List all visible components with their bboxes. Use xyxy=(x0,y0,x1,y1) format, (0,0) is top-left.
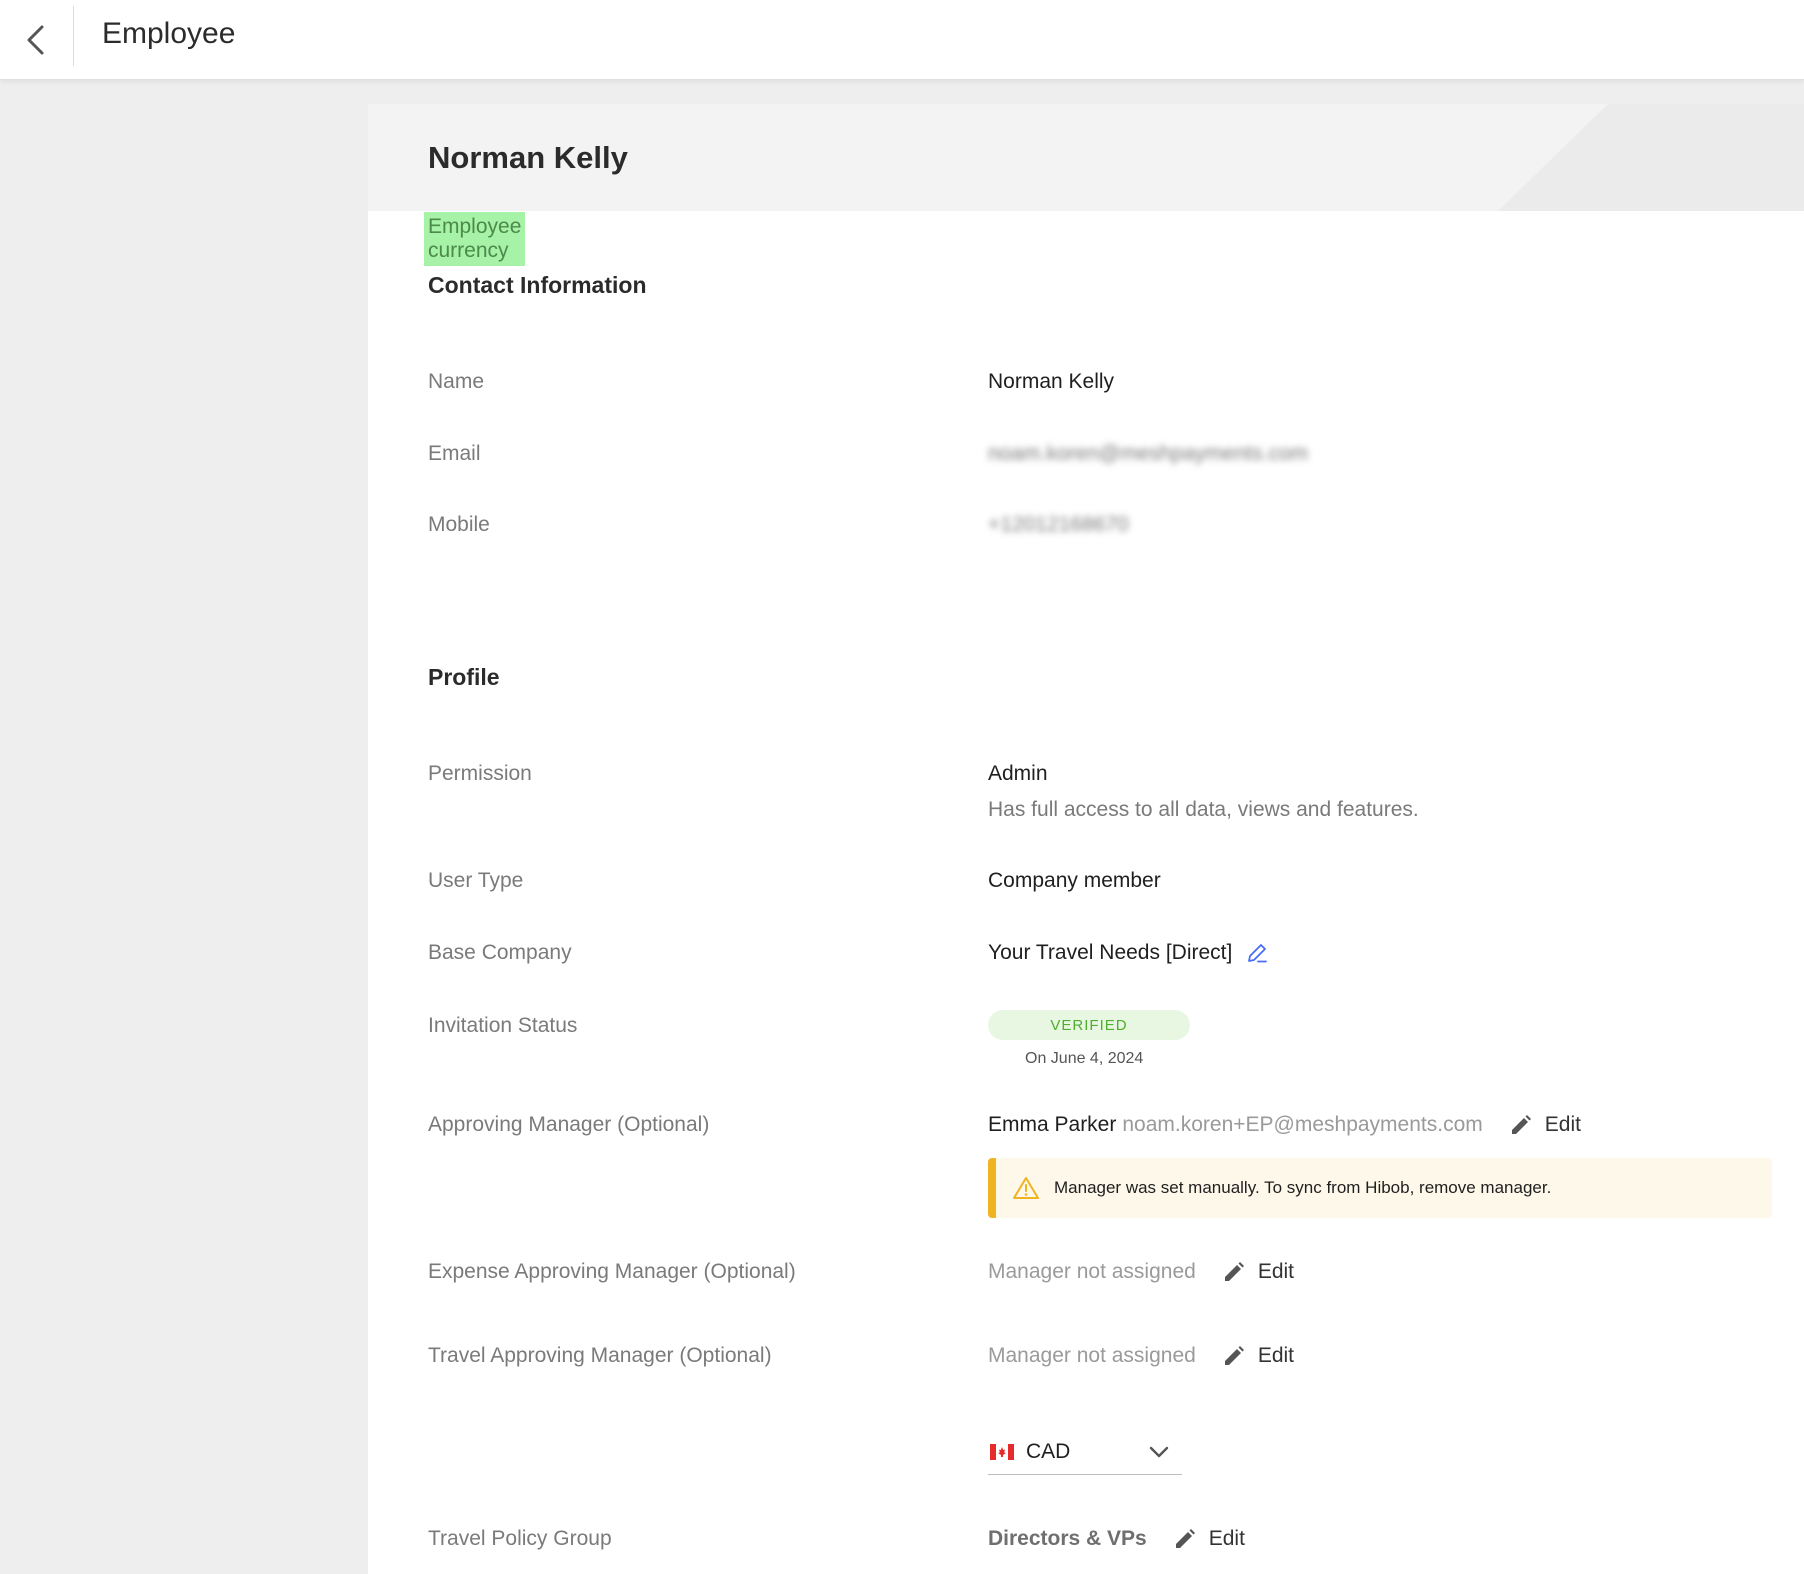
expense-manager-value: Manager not assigned xyxy=(988,1260,1196,1283)
profile-section-title: Profile xyxy=(428,664,500,690)
canada-flag-icon xyxy=(990,1443,1014,1460)
invitation-status-label: Invitation Status xyxy=(428,1014,578,1037)
travel-manager-edit-button[interactable]: Edit xyxy=(1222,1344,1294,1368)
travel-policy-label: Travel Policy Group xyxy=(428,1527,612,1550)
permission-value: Admin xyxy=(988,762,1048,785)
approving-manager-edit-button[interactable]: Edit xyxy=(1509,1113,1581,1137)
base-company-value: Your Travel Needs [Direct] xyxy=(988,941,1233,964)
expense-manager-row: Manager not assigned Edit xyxy=(988,1260,1294,1284)
email-value: noam.koren@meshpayments.com xyxy=(988,442,1309,465)
travel-manager-label: Travel Approving Manager (Optional) xyxy=(428,1344,772,1367)
edit-label: Edit xyxy=(1208,1527,1245,1550)
approving-manager-row: Emma Parker noam.koren+EP@meshpayments.c… xyxy=(988,1113,1581,1137)
warning-text: Manager was set manually. To sync from H… xyxy=(1054,1178,1552,1197)
pencil-icon xyxy=(1224,1262,1244,1281)
pencil-icon xyxy=(1224,1346,1244,1365)
base-company-row: Your Travel Needs [Direct] xyxy=(988,941,1268,965)
warning-triangle-icon xyxy=(1013,1177,1039,1199)
pencil-icon xyxy=(1511,1115,1531,1134)
name-label: Name xyxy=(428,370,485,393)
approving-manager-email: noam.koren+EP@meshpayments.com xyxy=(1122,1113,1483,1136)
verified-badge: VERIFIED xyxy=(988,1010,1190,1040)
pencil-outline-icon[interactable] xyxy=(1246,942,1268,964)
travel-manager-value: Manager not assigned xyxy=(988,1344,1196,1367)
user-type-value: Company member xyxy=(988,869,1161,892)
expense-manager-edit-button[interactable]: Edit xyxy=(1222,1260,1294,1284)
mobile-value: +12012168670 xyxy=(988,513,1129,536)
edit-label: Edit xyxy=(1544,1113,1581,1136)
expense-manager-label: Expense Approving Manager (Optional) xyxy=(428,1260,796,1283)
travel-policy-value: Directors & VPs xyxy=(988,1527,1147,1550)
card-header: Norman Kelly xyxy=(368,104,1804,211)
mobile-label: Mobile xyxy=(428,513,490,536)
chevron-left-icon xyxy=(27,25,44,55)
edit-label: Edit xyxy=(1257,1344,1294,1367)
permission-description: Has full access to all data, views and f… xyxy=(988,798,1419,821)
back-button[interactable] xyxy=(8,12,64,68)
currency-select[interactable]: CAD xyxy=(988,1429,1182,1475)
permission-label: Permission xyxy=(428,762,532,785)
employee-card: Norman Kelly Contact Information Name No… xyxy=(368,104,1804,1574)
page-title: Employee xyxy=(102,17,236,50)
email-label: Email xyxy=(428,442,481,465)
name-value: Norman Kelly xyxy=(988,370,1115,393)
travel-manager-row: Manager not assigned Edit xyxy=(988,1344,1294,1368)
base-company-label: Base Company xyxy=(428,941,572,964)
travel-policy-edit-button[interactable]: Edit xyxy=(1173,1527,1245,1551)
manager-warning-banner: Manager was set manually. To sync from H… xyxy=(988,1158,1772,1218)
contact-section-title: Contact Information xyxy=(428,272,647,298)
approving-manager-name: Emma Parker xyxy=(988,1113,1117,1136)
approving-manager-label: Approving Manager (Optional) xyxy=(428,1113,710,1136)
travel-policy-row: Directors & VPs Edit xyxy=(988,1527,1245,1551)
verified-date: On June 4, 2024 xyxy=(1025,1050,1144,1067)
employee-currency-label: Employee currency xyxy=(424,212,526,266)
topbar-divider xyxy=(73,6,74,66)
pencil-icon xyxy=(1175,1529,1195,1548)
edit-label: Edit xyxy=(1257,1260,1294,1283)
employee-name-title: Norman Kelly xyxy=(428,140,628,175)
user-type-label: User Type xyxy=(428,869,524,892)
top-bar: Employee xyxy=(0,0,1804,80)
currency-value: CAD xyxy=(1026,1439,1071,1463)
chevron-down-icon xyxy=(1149,1446,1169,1457)
